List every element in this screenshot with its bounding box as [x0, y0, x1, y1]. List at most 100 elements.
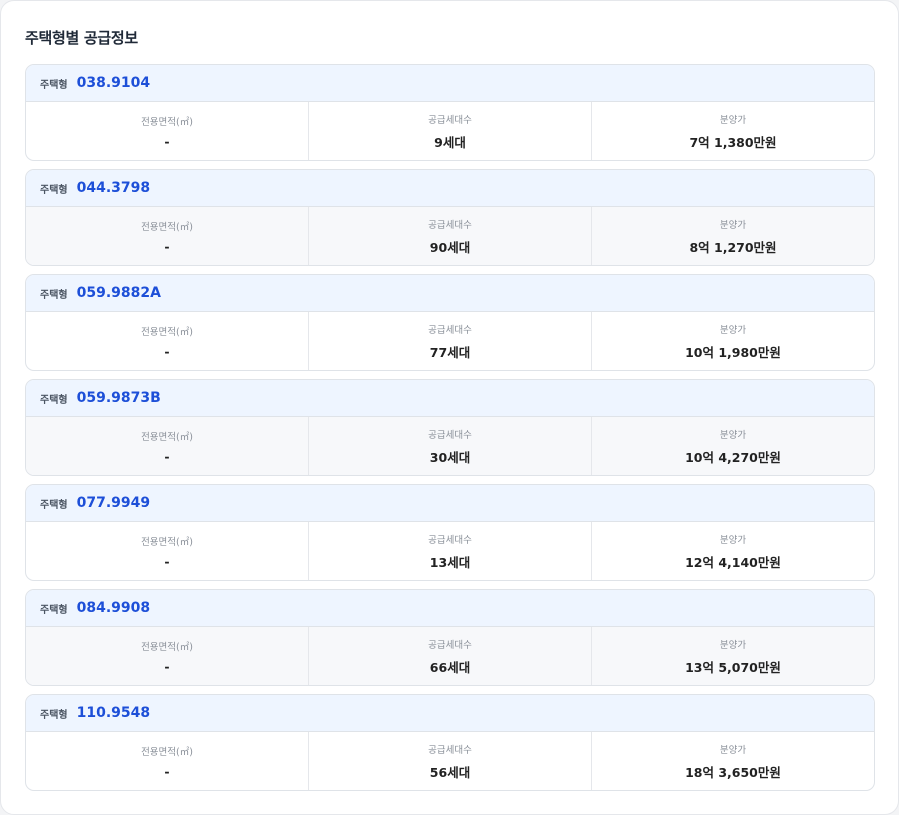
area-cell: 전용면적(㎡) - — [26, 732, 309, 790]
units-label: 공급세대수 — [428, 534, 472, 546]
units-cell: 공급세대수 77세대 — [309, 312, 592, 370]
type-label: 주택형 — [40, 394, 68, 406]
housing-type-card: 주택형 038.9104 전용면적(㎡) - 공급세대수 9세대 분양가 7억 … — [25, 64, 875, 161]
card-header: 주택형 059.9873B — [26, 380, 874, 417]
card-body: 전용면적(㎡) - 공급세대수 90세대 분양가 8억 1,270만원 — [26, 207, 874, 265]
price-cell: 분양가 13억 5,070만원 — [592, 627, 874, 685]
price-value: 12억 4,140만원 — [685, 554, 781, 570]
price-label: 분양가 — [719, 534, 747, 546]
units-cell: 공급세대수 13세대 — [309, 522, 592, 580]
area-value: - — [164, 448, 170, 464]
price-value: 18억 3,650만원 — [685, 764, 781, 780]
units-value: 30세대 — [429, 449, 471, 465]
type-code: 038.9104 — [76, 75, 151, 91]
area-cell: 전용면적(㎡) - — [26, 417, 309, 475]
price-cell: 분양가 18억 3,650만원 — [592, 732, 874, 790]
area-value: - — [164, 763, 170, 779]
type-label: 주택형 — [40, 184, 68, 196]
area-cell: 전용면적(㎡) - — [26, 207, 309, 265]
price-label: 분양가 — [719, 429, 747, 441]
housing-type-card: 주택형 044.3798 전용면적(㎡) - 공급세대수 90세대 분양가 8억… — [25, 169, 875, 266]
price-cell: 분양가 10억 1,980만원 — [592, 312, 874, 370]
price-value: 10억 1,980만원 — [685, 344, 781, 360]
supply-info-panel: 주택형별 공급정보 주택형 038.9104 전용면적(㎡) - 공급세대수 9… — [0, 0, 899, 815]
card-body: 전용면적(㎡) - 공급세대수 9세대 분양가 7억 1,380만원 — [26, 102, 874, 160]
area-label: 전용면적(㎡) — [141, 326, 193, 338]
type-code: 084.9908 — [76, 600, 151, 616]
area-label: 전용면적(㎡) — [141, 641, 193, 653]
price-value: 7억 1,380만원 — [689, 134, 777, 150]
housing-type-card: 주택형 077.9949 전용면적(㎡) - 공급세대수 13세대 분양가 12… — [25, 484, 875, 581]
units-value: 66세대 — [429, 659, 471, 675]
units-cell: 공급세대수 66세대 — [309, 627, 592, 685]
area-value: - — [164, 658, 170, 674]
price-cell: 분양가 8억 1,270만원 — [592, 207, 874, 265]
type-code: 059.9882A — [76, 285, 161, 301]
area-value: - — [164, 553, 170, 569]
type-label: 주택형 — [40, 709, 68, 721]
units-value: 56세대 — [429, 764, 471, 780]
housing-type-card: 주택형 059.9873B 전용면적(㎡) - 공급세대수 30세대 분양가 1… — [25, 379, 875, 476]
price-label: 분양가 — [719, 324, 747, 336]
price-label: 분양가 — [719, 114, 747, 126]
units-label: 공급세대수 — [428, 114, 472, 126]
units-label: 공급세대수 — [428, 744, 472, 756]
card-body: 전용면적(㎡) - 공급세대수 30세대 분양가 10억 4,270만원 — [26, 417, 874, 475]
area-cell: 전용면적(㎡) - — [26, 312, 309, 370]
area-label: 전용면적(㎡) — [141, 116, 193, 128]
housing-type-card: 주택형 110.9548 전용면적(㎡) - 공급세대수 56세대 분양가 18… — [25, 694, 875, 791]
type-label: 주택형 — [40, 604, 68, 616]
type-label: 주택형 — [40, 499, 68, 511]
card-body: 전용면적(㎡) - 공급세대수 13세대 분양가 12억 4,140만원 — [26, 522, 874, 580]
area-label: 전용면적(㎡) — [141, 746, 193, 758]
units-value: 9세대 — [434, 134, 466, 150]
units-value: 13세대 — [429, 554, 471, 570]
card-header: 주택형 059.9882A — [26, 275, 874, 312]
area-cell: 전용면적(㎡) - — [26, 522, 309, 580]
card-header: 주택형 084.9908 — [26, 590, 874, 627]
price-label: 분양가 — [719, 219, 747, 231]
type-code: 059.9873B — [76, 390, 161, 406]
units-value: 77세대 — [429, 344, 471, 360]
type-label: 주택형 — [40, 289, 68, 301]
units-value: 90세대 — [429, 239, 471, 255]
area-cell: 전용면적(㎡) - — [26, 102, 309, 160]
type-label: 주택형 — [40, 79, 68, 91]
card-body: 전용면적(㎡) - 공급세대수 77세대 분양가 10억 1,980만원 — [26, 312, 874, 370]
area-value: - — [164, 238, 170, 254]
card-header: 주택형 077.9949 — [26, 485, 874, 522]
units-cell: 공급세대수 90세대 — [309, 207, 592, 265]
units-label: 공급세대수 — [428, 639, 472, 651]
units-cell: 공급세대수 9세대 — [309, 102, 592, 160]
price-label: 분양가 — [719, 639, 747, 651]
area-value: - — [164, 133, 170, 149]
price-label: 분양가 — [719, 744, 747, 756]
units-cell: 공급세대수 56세대 — [309, 732, 592, 790]
price-value: 10억 4,270만원 — [685, 449, 781, 465]
area-label: 전용면적(㎡) — [141, 536, 193, 548]
area-label: 전용면적(㎡) — [141, 221, 193, 233]
card-body: 전용면적(㎡) - 공급세대수 66세대 분양가 13억 5,070만원 — [26, 627, 874, 685]
price-cell: 분양가 10억 4,270만원 — [592, 417, 874, 475]
price-value: 8억 1,270만원 — [689, 239, 777, 255]
housing-type-list: 주택형 038.9104 전용면적(㎡) - 공급세대수 9세대 분양가 7억 … — [25, 64, 875, 799]
units-cell: 공급세대수 30세대 — [309, 417, 592, 475]
card-header: 주택형 044.3798 — [26, 170, 874, 207]
housing-type-card: 주택형 084.9908 전용면적(㎡) - 공급세대수 66세대 분양가 13… — [25, 589, 875, 686]
housing-type-card: 주택형 059.9882A 전용면적(㎡) - 공급세대수 77세대 분양가 1… — [25, 274, 875, 371]
panel-title: 주택형별 공급정보 — [25, 29, 138, 47]
type-code: 110.9548 — [76, 705, 151, 721]
units-label: 공급세대수 — [428, 429, 472, 441]
card-body: 전용면적(㎡) - 공급세대수 56세대 분양가 18억 3,650만원 — [26, 732, 874, 790]
price-cell: 분양가 7억 1,380만원 — [592, 102, 874, 160]
area-cell: 전용면적(㎡) - — [26, 627, 309, 685]
area-value: - — [164, 343, 170, 359]
units-label: 공급세대수 — [428, 324, 472, 336]
type-code: 044.3798 — [76, 180, 151, 196]
card-header: 주택형 110.9548 — [26, 695, 874, 732]
price-cell: 분양가 12억 4,140만원 — [592, 522, 874, 580]
area-label: 전용면적(㎡) — [141, 431, 193, 443]
card-header: 주택형 038.9104 — [26, 65, 874, 102]
units-label: 공급세대수 — [428, 219, 472, 231]
type-code: 077.9949 — [76, 495, 151, 511]
